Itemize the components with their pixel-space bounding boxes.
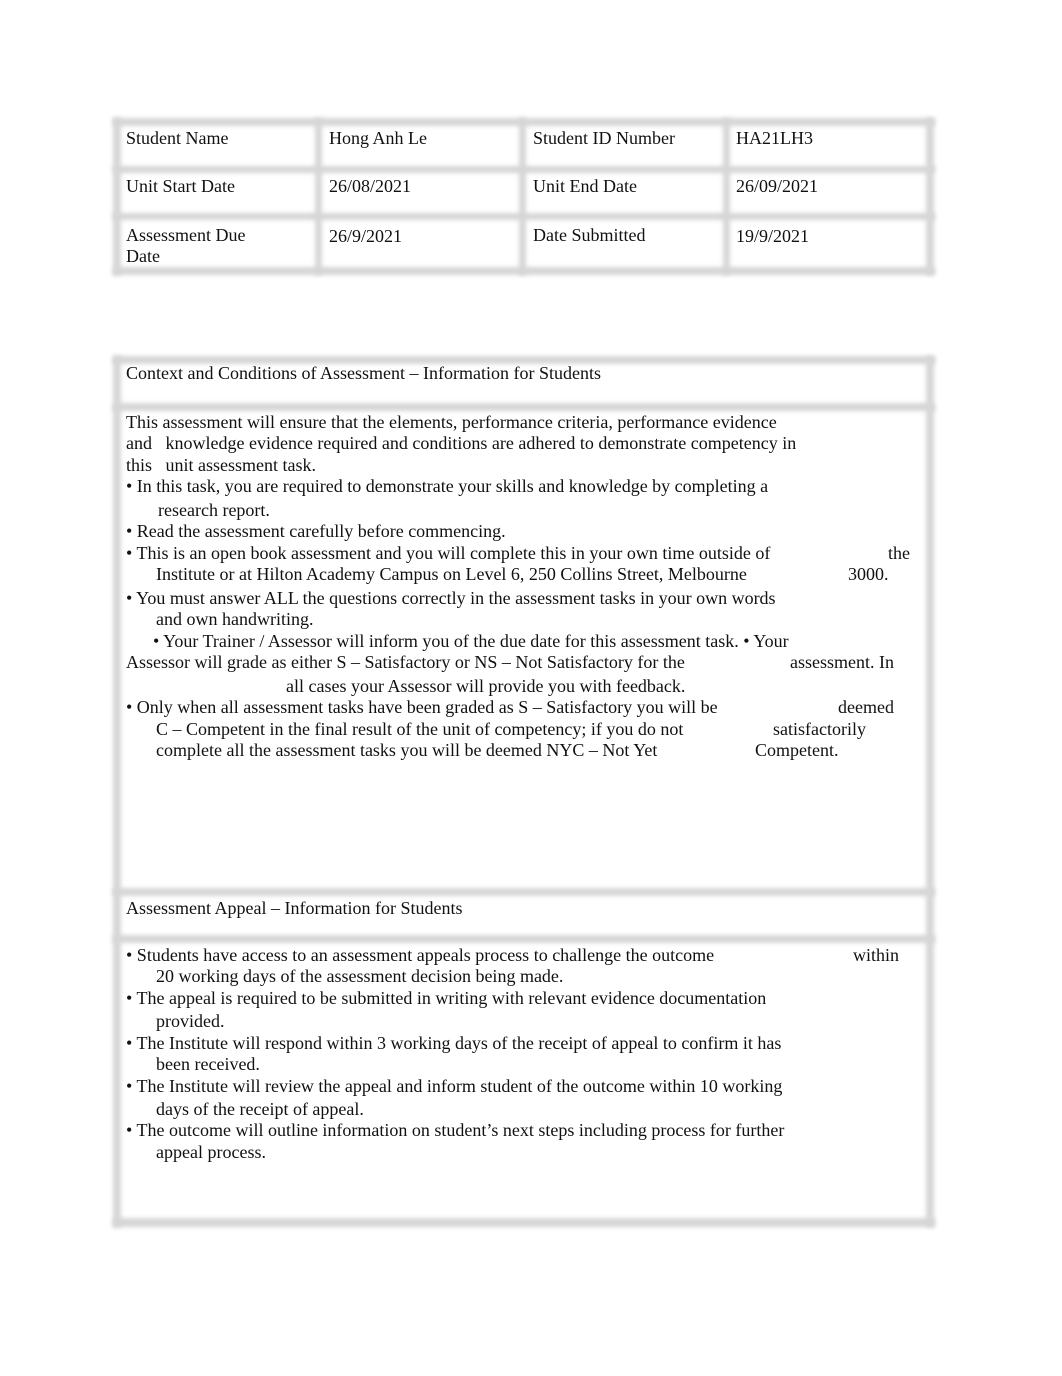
context-line: complete all the assessment tasks you wi… — [156, 740, 658, 760]
context-line: C – Competent in the final result of the… — [156, 719, 684, 739]
label-due-date: Assessment Due — [126, 225, 246, 245]
context-line-tail: deemed — [838, 697, 894, 717]
context-line-tail: Competent. — [755, 740, 839, 760]
context-line: all cases your Assessor will provide you… — [286, 676, 686, 696]
value-unit-end: 26/09/2021 — [736, 176, 819, 196]
label-date-submitted: Date Submitted — [533, 225, 646, 245]
appeal-line-tail: within — [853, 945, 900, 965]
context-line: and own handwriting. — [156, 609, 314, 629]
label-student-name: Student Name — [126, 128, 229, 148]
context-line: Assessor will grade as either S – Satisf… — [126, 652, 685, 672]
value-due-date: 26/9/2021 — [329, 226, 403, 246]
label-due-date-2: Date — [126, 246, 160, 266]
context-heading: Context and Conditions of Assessment – I… — [126, 363, 601, 383]
appeal-line: • Students have access to an assessment … — [126, 945, 715, 965]
value-student-name: Hong Anh Le — [329, 128, 427, 148]
document-page: Student Name Hong Anh Le Student ID Numb… — [0, 0, 1062, 1376]
context-line: and knowledge evidence required and cond… — [126, 433, 797, 453]
appeal-line: 20 working days of the assessment decisi… — [156, 966, 564, 986]
appeal-line: • The Institute will review the appeal a… — [126, 1076, 783, 1096]
context-line: • Your Trainer / Assessor will inform yo… — [153, 631, 789, 651]
context-line: this unit assessment task. — [126, 455, 316, 475]
context-line-tail: assessment. In — [790, 652, 894, 672]
appeal-line: been received. — [156, 1054, 260, 1074]
label-unit-start: Unit Start Date — [126, 176, 235, 196]
context-line: • You must answer ALL the questions corr… — [126, 588, 776, 608]
context-line: • Only when all assessment tasks have be… — [126, 697, 718, 717]
context-line: This assessment will ensure that the ele… — [126, 412, 777, 432]
appeal-line: • The appeal is required to be submitted… — [126, 988, 767, 1008]
context-line-tail: 3000. — [848, 564, 889, 584]
context-line: • This is an open book assessment and yo… — [126, 543, 771, 563]
context-line-tail: satisfactorily — [773, 719, 866, 739]
appeal-line: appeal process. — [156, 1142, 266, 1162]
appeal-line: • The Institute will respond within 3 wo… — [126, 1033, 782, 1053]
context-line: • In this task, you are required to demo… — [126, 476, 769, 496]
context-line: • Read the assessment carefully before c… — [126, 521, 506, 541]
value-student-id: HA21LH3 — [736, 128, 813, 148]
label-unit-end: Unit End Date — [533, 176, 637, 196]
context-line: research report. — [158, 500, 270, 520]
context-line-tail: the — [888, 543, 910, 563]
appeal-line: days of the receipt of appeal. — [156, 1099, 364, 1119]
appeal-line: • The outcome will outline information o… — [126, 1120, 785, 1140]
context-line: Institute or at Hilton Academy Campus on… — [156, 564, 747, 584]
label-student-id: Student ID Number — [533, 128, 675, 148]
appeal-heading: Assessment Appeal – Information for Stud… — [126, 898, 463, 918]
value-date-submitted: 19/9/2021 — [736, 226, 810, 246]
appeal-line: provided. — [156, 1011, 225, 1031]
value-unit-start: 26/08/2021 — [329, 176, 412, 196]
